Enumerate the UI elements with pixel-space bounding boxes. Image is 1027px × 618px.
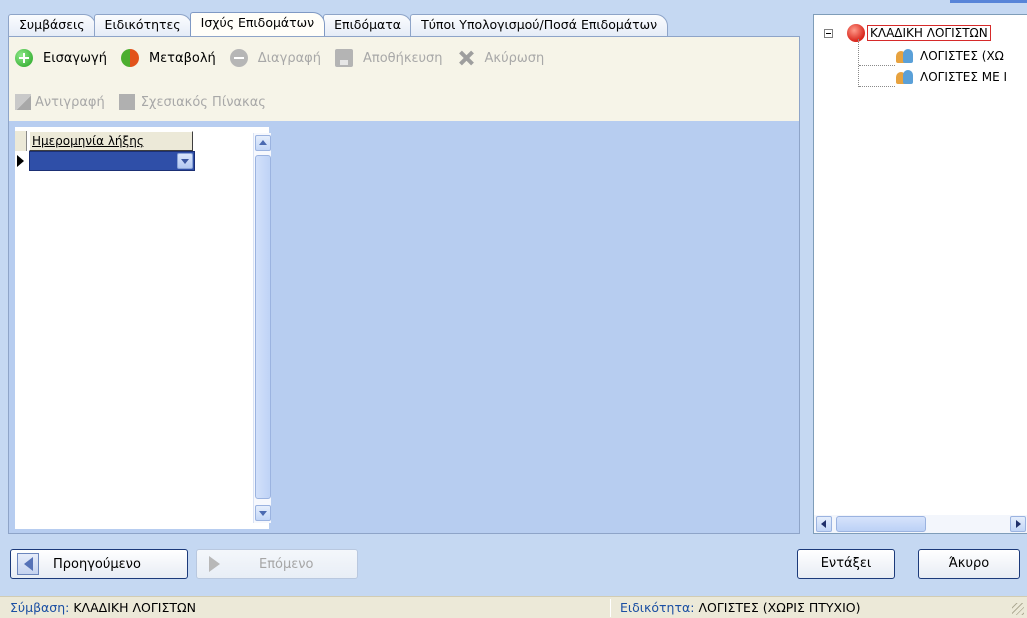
modify-button[interactable]: Μεταβολή	[120, 49, 216, 67]
toolbar-row-1: Εισαγωγή Μεταβολή Διαγραφή Αποθήκευση Ακ…	[15, 45, 558, 71]
tree-node-child-label: ΛΟΓΙΣΤΕΣ (ΧΩ	[920, 49, 1004, 63]
contract-tree: ΚΛΑΔΙΚΗ ΛΟΓΙΣΤΩΝ ΛΟΓΙΣΤΕΣ (ΧΩ ΛΟΓΙΣΤΕΣ Μ…	[813, 14, 1027, 534]
insert-button[interactable]: Εισαγωγή	[15, 49, 107, 67]
users-icon	[896, 48, 914, 64]
previous-button[interactable]: Προηγούμενο	[10, 549, 188, 579]
arrow-left-icon	[17, 553, 39, 575]
toolbar: Εισαγωγή Μεταβολή Διαγραφή Αποθήκευση Ακ…	[9, 37, 799, 121]
scroll-down-icon[interactable]	[255, 505, 271, 521]
tree-node-child[interactable]: ΛΟΓΙΣΤΕΣ ΜΕ Ι	[896, 67, 1007, 87]
main-panel: Συμβάσεις Ειδικότητες Ισχύς Επιδομάτων Ε…	[0, 0, 808, 540]
floppy-disk-icon	[334, 49, 353, 67]
button-bar: Προηγούμενο Επόμενο Εντάξει Άκυρο	[0, 540, 1027, 596]
status-divider	[610, 599, 611, 617]
tree-horizontal-scrollbar[interactable]	[814, 515, 1027, 533]
toolbar-row-2: Αντιγραφή Σχεσιακός Πίνακας	[15, 89, 280, 115]
resize-grip-icon[interactable]	[1012, 603, 1024, 615]
status-specialty-key: Ειδικότητα:	[620, 600, 695, 615]
table-icon	[118, 94, 135, 110]
relation-table-button[interactable]: Σχεσιακός Πίνακας	[118, 94, 266, 110]
status-specialty: Ειδικότητα: ΛΟΓΙΣΤΕΣ (ΧΩΡΙΣ ΠΤΥΧΙΟ)	[620, 597, 861, 618]
grid-vertical-scrollbar[interactable]	[253, 133, 271, 523]
cancel-edit-button[interactable]: Ακύρωση	[457, 49, 545, 67]
relation-table-button-label: Σχεσιακός Πίνακας	[140, 94, 266, 110]
refresh-icon	[120, 49, 139, 67]
tree-node-root-label: ΚΛΑΔΙΚΗ ΛΟΓΙΣΤΩΝ	[867, 25, 991, 41]
chevron-down-icon[interactable]	[177, 153, 193, 169]
scroll-thumb[interactable]	[255, 155, 271, 499]
tab-content: Εισαγωγή Μεταβολή Διαγραφή Αποθήκευση Ακ…	[8, 36, 800, 534]
copy-button[interactable]: Αντιγραφή	[15, 94, 105, 110]
tab-specialties[interactable]: Ειδικότητες	[93, 14, 192, 36]
status-specialty-value: ΛΟΓΙΣΤΕΣ (ΧΩΡΙΣ ΠΤΥΧΙΟ)	[698, 600, 861, 615]
tab-allowances[interactable]: Επιδόματα	[323, 14, 413, 36]
scroll-right-icon[interactable]	[1010, 516, 1026, 532]
scroll-left-icon[interactable]	[816, 516, 832, 532]
next-button[interactable]: Επόμενο	[196, 549, 358, 579]
tab-allowance-validity[interactable]: Ισχύς Επιδομάτων	[189, 12, 326, 36]
validity-grid: Ημερομηνία λήξης	[15, 127, 271, 529]
tab-bar: Συμβάσεις Ειδικότητες Ισχύς Επιδομάτων Ε…	[8, 12, 669, 36]
grid-corner	[15, 131, 27, 151]
save-button[interactable]: Αποθήκευση	[334, 49, 443, 67]
save-button-label: Αποθήκευση	[362, 50, 443, 66]
expiry-date-dropdown[interactable]	[29, 151, 195, 171]
scroll-thumb[interactable]	[836, 516, 926, 532]
row-indicator-icon	[17, 155, 24, 167]
tree-node-child[interactable]: ΛΟΓΙΣΤΕΣ (ΧΩ	[896, 46, 1004, 66]
collapse-icon[interactable]	[824, 28, 833, 38]
delete-button-label: Διαγραφή	[257, 50, 321, 66]
tab-calculation-types[interactable]: Τύποι Υπολογισμού/Ποσά Επιδομάτων	[410, 14, 669, 36]
status-contract-key: Σύμβαση:	[10, 600, 70, 615]
next-button-label: Επόμενο	[259, 556, 314, 572]
insert-button-label: Εισαγωγή	[43, 50, 107, 66]
arrow-right-icon	[203, 553, 225, 575]
cross-icon	[457, 49, 475, 67]
grid-column-header-expiry-date[interactable]: Ημερομηνία λήξης	[29, 131, 193, 151]
tab-contracts[interactable]: Συμβάσεις	[8, 14, 96, 36]
users-icon	[896, 69, 914, 85]
red-ball-icon	[847, 24, 865, 42]
tree-node-root[interactable]: ΚΛΑΔΙΚΗ ΛΟΓΙΣΤΩΝ	[824, 23, 991, 43]
tree-connector	[859, 86, 895, 87]
cancel-edit-button-label: Ακύρωση	[484, 50, 545, 66]
status-bar: Σύμβαση: ΚΛΑΔΙΚΗ ΛΟΓΙΣΤΩΝ Ειδικότητα: ΛΟ…	[0, 596, 1027, 618]
copy-button-label: Αντιγραφή	[35, 94, 105, 110]
previous-button-label: Προηγούμενο	[53, 556, 141, 572]
plus-circle-icon	[15, 49, 33, 67]
tree-connector	[858, 39, 859, 87]
minus-circle-icon	[229, 49, 248, 67]
copy-icon	[15, 94, 31, 110]
status-contract-value: ΚΛΑΔΙΚΗ ΛΟΓΙΣΤΩΝ	[73, 600, 196, 615]
modify-button-label: Μεταβολή	[148, 50, 216, 66]
delete-button[interactable]: Διαγραφή	[229, 49, 321, 67]
title-bar-fragment	[950, 0, 1027, 3]
cancel-button[interactable]: Άκυρο	[918, 549, 1020, 579]
tree-node-child-label: ΛΟΓΙΣΤΕΣ ΜΕ Ι	[920, 70, 1008, 84]
ok-button[interactable]: Εντάξει	[797, 549, 895, 579]
tree-connector	[859, 65, 895, 66]
status-contract: Σύμβαση: ΚΛΑΔΙΚΗ ΛΟΓΙΣΤΩΝ	[10, 597, 196, 618]
scroll-up-icon[interactable]	[255, 135, 271, 151]
